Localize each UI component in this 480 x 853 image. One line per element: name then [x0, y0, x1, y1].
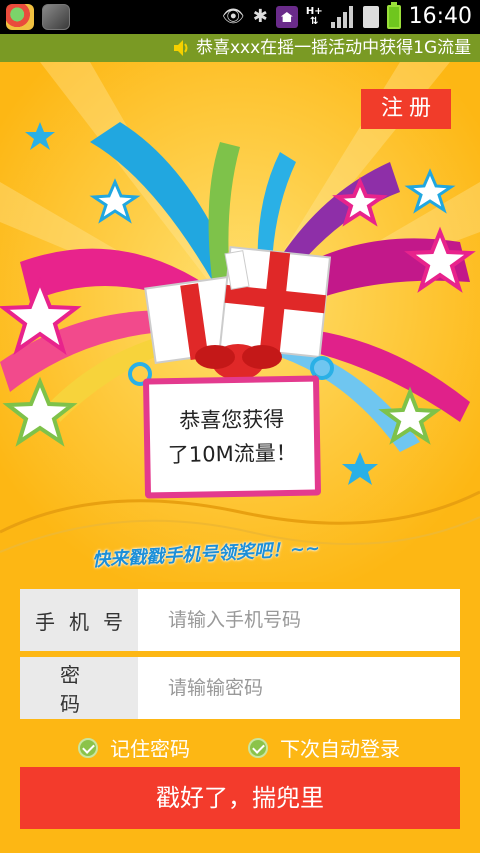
password-field: 密码 [20, 657, 460, 719]
password-label: 密码 [20, 657, 138, 719]
check-icon [248, 737, 268, 758]
app-notification-icon [6, 4, 34, 30]
phone-input[interactable] [138, 589, 460, 651]
eye-icon: 👁 [221, 6, 245, 27]
sign-line-2: 了10M流量！ [167, 440, 297, 468]
status-time: 16:40 [408, 4, 472, 29]
auto-login-checkbox[interactable]: 下次自动登录 [248, 733, 400, 762]
auto-login-label: 下次自动登录 [280, 737, 400, 761]
bluetooth-icon: ✱ [252, 6, 268, 27]
sim-icon [362, 6, 379, 28]
remember-password-checkbox[interactable]: 记住密码 [78, 733, 190, 762]
phone-label: 手机号 [20, 589, 138, 651]
register-button[interactable]: 注册 [361, 89, 451, 129]
prize-sign: 恭喜您获得 了10M流量！ [142, 375, 322, 499]
home-icon [275, 6, 298, 28]
sign-line-1: 恭喜您获得 [179, 407, 285, 433]
password-input[interactable] [138, 657, 460, 719]
phone-field: 手机号 [20, 589, 460, 651]
status-bar: 👁 ✱ H+ ⇅ 16:40 [0, 0, 480, 34]
check-icon [78, 737, 98, 758]
prize-illustration [0, 62, 480, 582]
network-type-icon: H+ ⇅ [305, 6, 323, 27]
battery-icon [386, 2, 401, 29]
announcement-marquee: 恭喜xxx在摇一摇活动中获得1G流量 [0, 34, 480, 62]
app-notification-icon [42, 4, 70, 30]
remember-password-label: 记住密码 [110, 737, 190, 761]
submit-button[interactable]: 戳好了，揣兜里 [20, 767, 460, 829]
marquee-text: 恭喜xxx在摇一摇活动中获得1G流量 [196, 38, 472, 58]
signal-icon [330, 6, 355, 28]
speaker-icon [174, 40, 188, 56]
